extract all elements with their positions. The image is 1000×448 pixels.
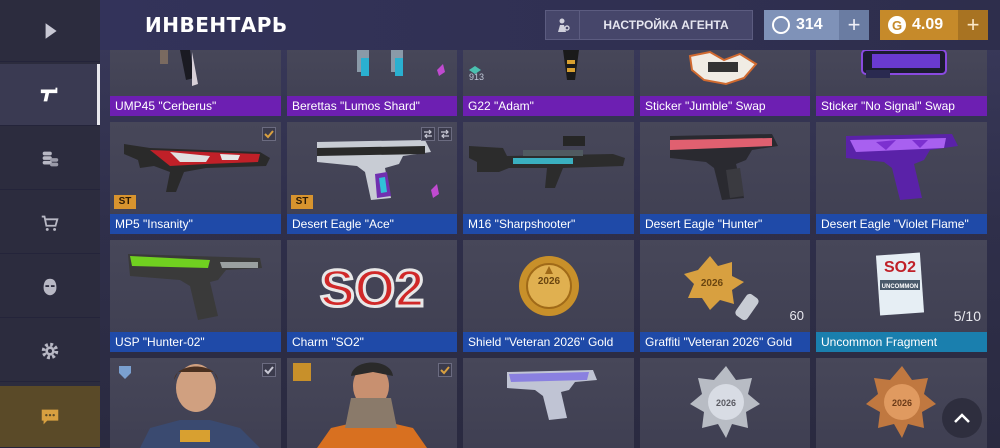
inventory-item[interactable]: SO2 UNCOMMON 5/10 Uncommon Fragment xyxy=(816,240,987,352)
sidebar-item-settings[interactable] xyxy=(0,320,100,382)
gold-balance: G 4.09 + xyxy=(880,10,988,40)
inventory-item[interactable]: 913 G22 "Adam" xyxy=(463,50,634,116)
badge-year-text: 2026 xyxy=(701,278,724,289)
item-image xyxy=(469,50,579,80)
badge-year-text: 2026 xyxy=(538,276,561,287)
inventory-item[interactable]: 2026 60 Graffiti "Veteran 2026" Gold xyxy=(640,240,810,352)
item-image xyxy=(507,370,597,420)
pistol-icon xyxy=(40,87,58,101)
inventory-item[interactable]: Berettas "Lumos Shard" xyxy=(287,50,457,116)
item-name: G22 "Adam" xyxy=(463,96,634,116)
item-name: Desert Eagle "Violet Flame" xyxy=(816,214,987,234)
item-image xyxy=(846,134,958,200)
inventory-item[interactable] xyxy=(463,358,634,448)
sidebar-item-coins[interactable] xyxy=(0,128,100,190)
inventory-item[interactable]: Desert Eagle "Violet Flame" xyxy=(816,122,987,234)
cart-icon xyxy=(41,215,59,231)
item-image xyxy=(317,362,427,448)
item-count: 60 xyxy=(789,308,804,323)
item-image: SO2 xyxy=(318,259,425,320)
agent-settings-button[interactable]: НАСТРОЙКА АГЕНТА xyxy=(545,10,753,40)
badge-year-text: 2026 xyxy=(892,398,912,408)
inventory-item[interactable]: Sticker "No Signal" Swap xyxy=(816,50,987,116)
item-image xyxy=(688,50,758,86)
item-image: 2026 xyxy=(519,256,579,316)
charm-logo-text: SO2 xyxy=(320,260,424,318)
fragment-rarity-text: UNCOMMON xyxy=(882,284,919,290)
inventory-item[interactable]: Sticker "Jumble" Swap xyxy=(640,50,810,116)
checkmark-icon xyxy=(262,363,276,377)
item-name: Sticker "Jumble" Swap xyxy=(640,96,810,116)
item-name: Graffiti "Veteran 2026" Gold xyxy=(640,332,810,352)
add-gold-button[interactable]: + xyxy=(958,10,988,40)
inventory-item[interactable] xyxy=(110,358,281,448)
stattrack-badge: ST xyxy=(114,195,136,209)
inventory-item[interactable]: ST MP5 "Insanity" xyxy=(110,122,281,234)
add-silver-button[interactable]: + xyxy=(839,10,869,40)
item-image xyxy=(140,364,260,448)
item-name: MP5 "Insanity" xyxy=(110,214,281,234)
item-name: M16 "Sharpshooter" xyxy=(463,214,634,234)
top-bar: ИНВЕНТАРЬ НАСТРОЙКА АГЕНТА 314 + G 4.09 … xyxy=(100,0,1000,50)
item-name: UMP45 "Cerberus" xyxy=(110,96,281,116)
checkmark-icon xyxy=(262,127,276,141)
rank-badge-icon xyxy=(293,363,311,381)
agent-settings-label: НАСТРОЙКА АГЕНТА xyxy=(603,18,729,32)
sidebar-item-play[interactable] xyxy=(0,0,100,62)
sidebar-item-chat[interactable] xyxy=(0,386,100,448)
coins-icon xyxy=(42,151,59,166)
scroll-to-top-button[interactable] xyxy=(942,398,982,438)
inventory-item[interactable]: USP "Hunter-02" xyxy=(110,240,281,352)
inventory-item[interactable]: 2026 Shield "Veteran 2026" Gold xyxy=(463,240,634,352)
page-title: ИНВЕНТАРЬ xyxy=(145,13,288,37)
inventory-item[interactable]: UMP45 "Cerberus" xyxy=(110,50,281,116)
play-icon xyxy=(45,22,57,39)
inventory-item[interactable]: 2026 xyxy=(640,358,810,448)
swap-icon xyxy=(421,127,435,141)
inventory-item[interactable]: Desert Eagle "Hunter" xyxy=(640,122,810,234)
item-name: USP "Hunter-02" xyxy=(110,332,281,352)
inventory-item[interactable]: M16 "Sharpshooter" xyxy=(463,122,634,234)
item-name: Sticker "No Signal" Swap xyxy=(816,96,987,116)
item-image xyxy=(357,50,445,76)
item-image xyxy=(160,50,198,86)
gold-coin-icon: G xyxy=(888,16,906,34)
item-image xyxy=(128,254,262,320)
item-name: Desert Eagle "Hunter" xyxy=(640,214,810,234)
chat-icon xyxy=(41,409,59,424)
inventory-item[interactable]: SO2 Charm "SO2" xyxy=(287,240,457,352)
mask-icon xyxy=(43,278,57,295)
silver-coin-icon xyxy=(772,16,790,34)
item-image xyxy=(469,136,625,188)
item-stack-count: 913 xyxy=(469,72,485,82)
item-name: Berettas "Lumos Shard" xyxy=(287,96,457,116)
gear-icon xyxy=(41,342,59,359)
rank-shield-icon xyxy=(116,363,134,381)
gold-balance-value: 4.09 xyxy=(912,16,944,33)
fragment-progress: 5/10 xyxy=(953,308,981,324)
item-image: 2026 xyxy=(690,366,760,438)
sidebar-item-inventory[interactable] xyxy=(0,64,100,126)
sidebar-item-clan[interactable] xyxy=(0,256,100,318)
sidebar xyxy=(0,0,100,448)
item-name: Desert Eagle "Ace" xyxy=(287,214,457,234)
item-name: Charm "SO2" xyxy=(287,332,457,352)
item-name: Uncommon Fragment xyxy=(816,332,987,352)
stattrack-badge: ST xyxy=(291,195,313,209)
silver-balance: 314 + xyxy=(764,10,869,40)
item-image: 2026 xyxy=(684,256,759,321)
chevron-up-icon xyxy=(954,413,970,423)
badge-year-text: 2026 xyxy=(716,398,736,408)
fragment-logo-text: SO2 xyxy=(884,259,916,276)
item-image xyxy=(861,50,947,78)
checkmark-icon xyxy=(438,363,452,377)
sidebar-item-market[interactable] xyxy=(0,192,100,254)
item-name: Shield "Veteran 2026" Gold xyxy=(463,332,634,352)
inventory-item[interactable] xyxy=(287,358,457,448)
inventory-item[interactable]: ST Desert Eagle "Ace" xyxy=(287,122,457,234)
item-image xyxy=(670,134,778,200)
swap-icon xyxy=(438,127,452,141)
silver-balance-value: 314 xyxy=(796,16,823,33)
agent-icon xyxy=(546,11,580,39)
